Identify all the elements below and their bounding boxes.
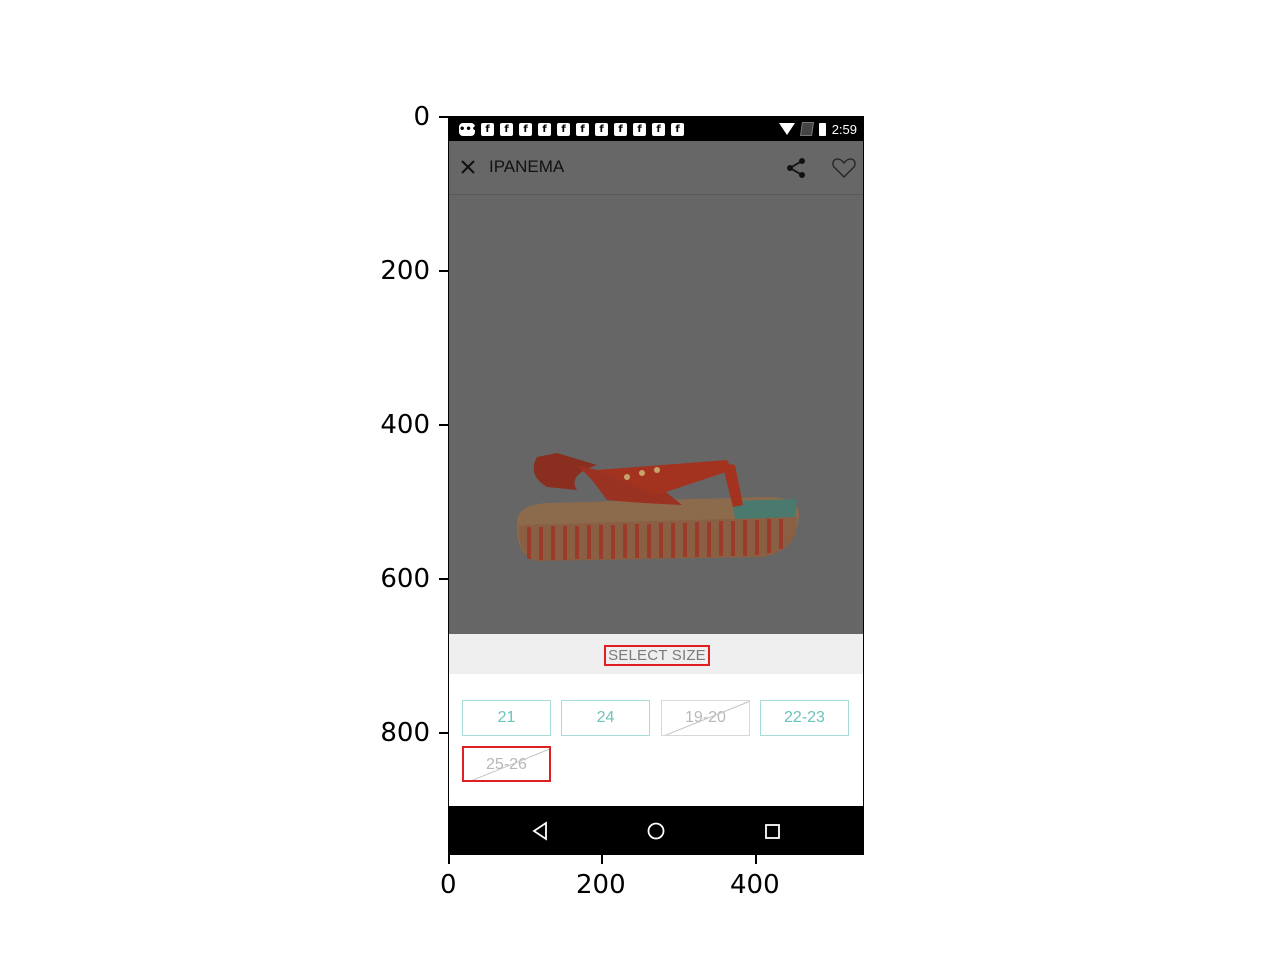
no-sim-icon [799, 122, 814, 136]
select-size-label: SELECT SIZE [604, 645, 710, 666]
status-right: 2:59 [778, 121, 857, 137]
heart-icon[interactable] [831, 155, 857, 181]
share-icon[interactable] [785, 157, 807, 179]
facebook-icon: f [595, 122, 608, 136]
facebook-icon: f [538, 122, 551, 136]
product-image-area [449, 195, 863, 634]
size-label: 21 [497, 709, 516, 726]
size-selector-header: SELECT SIZE [449, 634, 863, 674]
message-icon: ••• [459, 122, 479, 136]
facebook-icon: f [633, 122, 646, 136]
brand-title: IPANEMA [489, 157, 565, 176]
facebook-icon: f [481, 122, 494, 136]
unavailable-strike [662, 701, 749, 735]
size-option-21[interactable]: 21 [462, 700, 551, 736]
notification-icons: ••• f f f f f f f f f f f [459, 122, 684, 136]
back-icon[interactable] [531, 821, 549, 841]
toolbar: IPANEMA [449, 141, 863, 195]
y-tick-800: 800 [380, 718, 430, 748]
size-label: 22-23 [784, 709, 825, 726]
facebook-icon: f [519, 122, 532, 136]
recent-apps-icon[interactable] [765, 824, 780, 839]
facebook-icon: f [576, 122, 589, 136]
screenshot-frame: ••• f f f f f f f f f f f 2:59 IPANEMA S… [448, 116, 864, 855]
home-icon[interactable] [647, 822, 665, 840]
y-tick-200: 200 [380, 256, 430, 286]
y-tick-mark [439, 578, 448, 580]
y-tick-mark [439, 270, 448, 272]
facebook-icon: f [671, 122, 684, 136]
size-option-22-23[interactable]: 22-23 [760, 700, 849, 736]
y-tick-0: 0 [413, 102, 430, 132]
product-sandal-image [516, 453, 799, 561]
close-icon[interactable] [459, 158, 477, 176]
facebook-icon: f [614, 122, 627, 136]
facebook-icon: f [652, 122, 665, 136]
y-tick-mark [439, 424, 448, 426]
y-tick-400: 400 [380, 410, 430, 440]
x-tick-mark [755, 855, 757, 864]
wifi-icon [778, 123, 795, 135]
battery-icon [818, 122, 826, 136]
x-tick-mark [601, 855, 603, 864]
size-option-24[interactable]: 24 [561, 700, 650, 736]
y-tick-600: 600 [380, 564, 430, 594]
facebook-icon: f [500, 122, 513, 136]
x-tick-mark [448, 855, 450, 864]
status-bar: ••• f f f f f f f f f f f 2:59 [449, 117, 863, 141]
x-tick-200: 200 [576, 870, 626, 900]
android-nav-bar [449, 806, 863, 854]
y-tick-mark [439, 732, 448, 734]
size-options-panel: 21 24 19-20 22-23 25-26 [449, 674, 863, 806]
facebook-icon: f [557, 122, 570, 136]
size-label: 24 [596, 709, 615, 726]
status-clock: 2:59 [831, 121, 857, 137]
x-tick-0: 0 [440, 870, 457, 900]
size-option-25-26[interactable]: 25-26 [462, 746, 551, 782]
x-tick-400: 400 [730, 870, 780, 900]
size-option-19-20[interactable]: 19-20 [661, 700, 750, 736]
y-tick-mark [439, 116, 448, 118]
